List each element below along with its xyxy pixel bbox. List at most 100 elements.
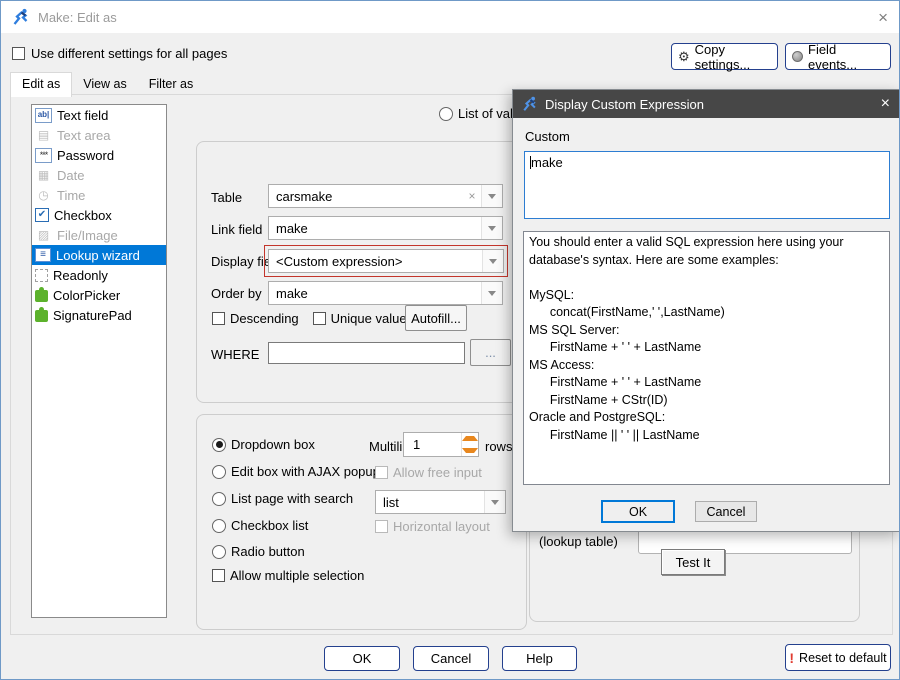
sidebar-item-file-image[interactable]: ▨ File/Image — [32, 225, 166, 245]
test-it-label: Test It — [676, 555, 711, 570]
dropdown-box-radio[interactable] — [212, 438, 226, 452]
list-page-search-label: List page with search — [231, 491, 353, 506]
custom-label: Custom — [525, 129, 570, 144]
dialog-title: Display Custom Expression — [545, 97, 704, 112]
display-field-value: <Custom expression> — [269, 254, 482, 269]
gear-icon: ⚙ — [678, 49, 690, 65]
horizontal-layout-row: Horizontal layout — [375, 519, 490, 534]
tab-filter-as[interactable]: Filter as — [138, 73, 204, 96]
list-page-combobox[interactable]: list — [375, 490, 506, 514]
ok-button[interactable]: OK — [324, 646, 400, 671]
file-image-icon: ▨ — [35, 228, 52, 243]
help-label: Help — [526, 651, 553, 666]
table-label: Table — [211, 190, 242, 205]
order-by-dropdown-button[interactable] — [481, 282, 502, 304]
sidebar-item-password[interactable]: *** Password — [32, 145, 166, 165]
list-of-values-radio[interactable] — [439, 107, 453, 121]
arrow-up-icon — [462, 436, 478, 441]
list-page-search-option[interactable]: List page with search — [212, 491, 353, 506]
display-field-dropdown-button[interactable] — [482, 250, 503, 272]
order-by-combobox[interactable]: make — [268, 281, 503, 305]
multiline-stepper[interactable]: 1 — [403, 432, 479, 457]
edit-box-ajax-radio[interactable] — [212, 465, 226, 479]
list-page-dropdown-button[interactable] — [484, 491, 505, 513]
sidebar-item-time[interactable]: ◷ Time — [32, 185, 166, 205]
copy-settings-button[interactable]: ⚙ Copy settings... — [671, 43, 778, 70]
radio-button-radio[interactable] — [212, 545, 226, 559]
autofill-label: Autofill... — [411, 311, 461, 326]
use-different-settings-checkbox[interactable] — [12, 47, 25, 60]
where-label: WHERE — [211, 347, 259, 362]
password-icon: *** — [35, 148, 52, 163]
dialog-cancel-button[interactable]: Cancel — [695, 501, 757, 522]
text-field-icon: ab| — [35, 108, 52, 123]
where-browse-button[interactable]: ... — [470, 339, 511, 366]
sql-help-text: You should enter a valid SQL expression … — [523, 231, 890, 485]
list-of-values-option[interactable]: List of valu — [439, 106, 520, 121]
list-page-search-radio[interactable] — [212, 492, 226, 506]
link-field-value: make — [269, 221, 481, 236]
sidebar-item-text-area[interactable]: ▤ Text area — [32, 125, 166, 145]
allow-multiple-checkbox[interactable] — [212, 569, 225, 582]
table-combobox[interactable]: carsmake × — [268, 184, 503, 208]
ok-label: OK — [353, 651, 372, 666]
stepper-up-button[interactable] — [462, 433, 478, 445]
custom-expression-textarea[interactable]: make — [524, 151, 890, 219]
list-page-value: list — [376, 495, 484, 510]
readonly-icon — [35, 269, 48, 282]
descending-label: Descending — [230, 311, 299, 326]
checkbox-list-radio[interactable] — [212, 519, 226, 533]
sidebar-item-date[interactable]: ▦ Date — [32, 165, 166, 185]
field-events-dot-icon — [792, 51, 803, 62]
plugin-icon — [35, 290, 48, 302]
allow-free-input-checkbox[interactable] — [375, 466, 388, 479]
display-field-combobox[interactable]: <Custom expression> — [268, 249, 504, 273]
lookup-table-label: (lookup table) — [539, 534, 618, 549]
sidebar-item-text-field[interactable]: ab| Text field — [32, 105, 166, 125]
link-field-combobox[interactable]: make — [268, 216, 503, 240]
make-edit-as-window: Make: Edit as × Use different settings f… — [0, 0, 900, 680]
tab-view-as[interactable]: View as — [72, 73, 138, 96]
use-different-settings-label: Use different settings for all pages — [31, 46, 227, 61]
checkbox-list-option[interactable]: Checkbox list — [212, 518, 308, 533]
radio-button-option[interactable]: Radio button — [212, 544, 305, 559]
tabstrip: Edit asView asFilter as — [10, 72, 204, 96]
table-dropdown-button[interactable] — [481, 185, 502, 207]
clear-icon[interactable]: × — [463, 189, 481, 203]
where-input[interactable] — [268, 342, 465, 364]
dialog-ok-button[interactable]: OK — [601, 500, 675, 523]
reset-to-default-button[interactable]: ! Reset to default — [785, 644, 891, 671]
sidebar-item-lookup-wizard[interactable]: ≡ Lookup wizard — [32, 245, 166, 265]
field-events-button[interactable]: Field events... — [785, 43, 891, 70]
sidebar-item-colorpicker[interactable]: ColorPicker — [32, 285, 166, 305]
sidebar-item-checkbox[interactable]: ✔ Checkbox — [32, 205, 166, 225]
chevron-down-icon — [489, 259, 497, 264]
field-events-label: Field events... — [808, 42, 884, 72]
cancel-button[interactable]: Cancel — [413, 646, 489, 671]
descending-checkbox[interactable] — [212, 312, 225, 325]
test-it-button[interactable]: Test It — [661, 549, 725, 575]
window-close-icon[interactable]: × — [878, 9, 888, 26]
unique-values-checkbox[interactable] — [313, 312, 326, 325]
sidebar-item-signaturepad[interactable]: SignaturePad — [32, 305, 166, 325]
dialog-cancel-label: Cancel — [707, 505, 746, 519]
link-field-dropdown-button[interactable] — [481, 217, 502, 239]
dialog-close-icon[interactable]: × — [881, 96, 890, 112]
tab-edit-as[interactable]: Edit as — [10, 72, 72, 97]
window-title: Make: Edit as — [38, 10, 117, 25]
custom-expression-value: make — [531, 155, 563, 170]
help-button[interactable]: Help — [502, 646, 577, 671]
edit-box-ajax-option[interactable]: Edit box with AJAX popup — [212, 464, 380, 479]
stepper-down-button[interactable] — [462, 445, 478, 457]
table-value: carsmake — [269, 189, 463, 204]
order-flags-row: Descending Unique values — [212, 311, 413, 326]
edit-type-listbox: ab| Text field ▤ Text area *** Password … — [31, 104, 167, 618]
horizontal-layout-checkbox[interactable] — [375, 520, 388, 533]
allow-multiple-row: Allow multiple selection — [212, 568, 364, 583]
dropdown-box-option[interactable]: Dropdown box — [212, 437, 315, 452]
title-bar: Make: Edit as × — [1, 1, 899, 33]
autofill-button[interactable]: Autofill... — [405, 305, 467, 331]
text-area-icon: ▤ — [35, 128, 52, 143]
cancel-label: Cancel — [431, 651, 471, 666]
sidebar-item-readonly[interactable]: Readonly — [32, 265, 166, 285]
